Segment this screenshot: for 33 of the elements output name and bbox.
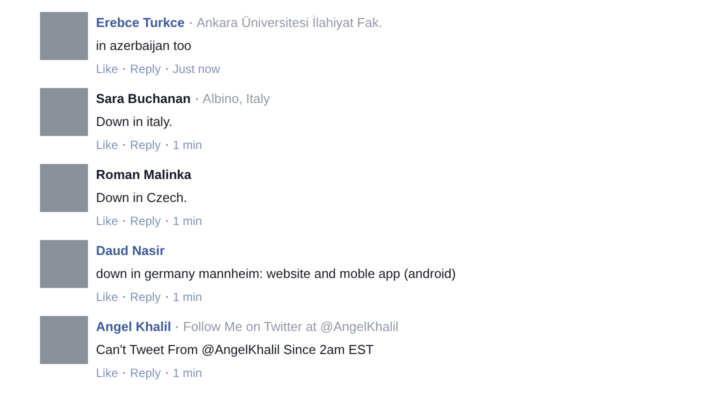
avatar-photo-placeholder	[40, 164, 88, 212]
timestamp-link[interactable]: 1 min	[172, 290, 202, 304]
author-name[interactable]: Daud Nasir	[96, 243, 165, 258]
comment-text: Can't Tweet From @AngelKhalil Since 2am EST	[96, 341, 375, 358]
action-link[interactable]: Like	[96, 62, 118, 76]
action-link[interactable]: Like	[96, 138, 118, 152]
timestamp-link[interactable]: 1 min	[172, 366, 202, 380]
author-name[interactable]: Roman Malinka	[96, 167, 192, 182]
timestamp-link[interactable]: 1 min	[172, 138, 202, 152]
avatar-photo-placeholder	[40, 88, 88, 136]
action-link[interactable]: Reply	[130, 214, 161, 228]
author-name[interactable]: Angel Khalil	[96, 319, 172, 334]
author-subtitle: Albino, Italy	[202, 91, 270, 106]
avatar-photo-placeholder	[40, 240, 88, 288]
action-link[interactable]: Reply	[130, 290, 161, 304]
author-name[interactable]: Erebce Turkce	[96, 15, 185, 30]
comment-text: Down in italy.	[96, 113, 174, 130]
avatar-photo-placeholder	[40, 12, 88, 60]
action-link[interactable]: Reply	[130, 62, 161, 76]
action-link[interactable]: Like	[96, 214, 118, 228]
action-link[interactable]: Reply	[130, 138, 161, 152]
author-name[interactable]: Sara Buchanan	[96, 91, 191, 106]
comment-text: Down in Czech.	[96, 189, 188, 206]
author-subtitle: Follow Me on Twitter at @AngelKhalil	[183, 319, 398, 334]
timestamp-link[interactable]: Just now	[172, 62, 220, 76]
comment-text: in azerbaijan too	[96, 37, 192, 54]
comment-text: down in germany mannheim: website and moble app (android)	[96, 265, 456, 282]
action-link[interactable]: Like	[96, 366, 118, 380]
author-subtitle: Ankara Üniversitesi İlahiyat Fak.	[196, 15, 382, 30]
action-link[interactable]: Like	[96, 290, 118, 304]
action-link[interactable]: Reply	[130, 366, 161, 380]
timestamp-link[interactable]: 1 min	[172, 214, 202, 228]
avatar-photo-placeholder	[40, 316, 88, 364]
